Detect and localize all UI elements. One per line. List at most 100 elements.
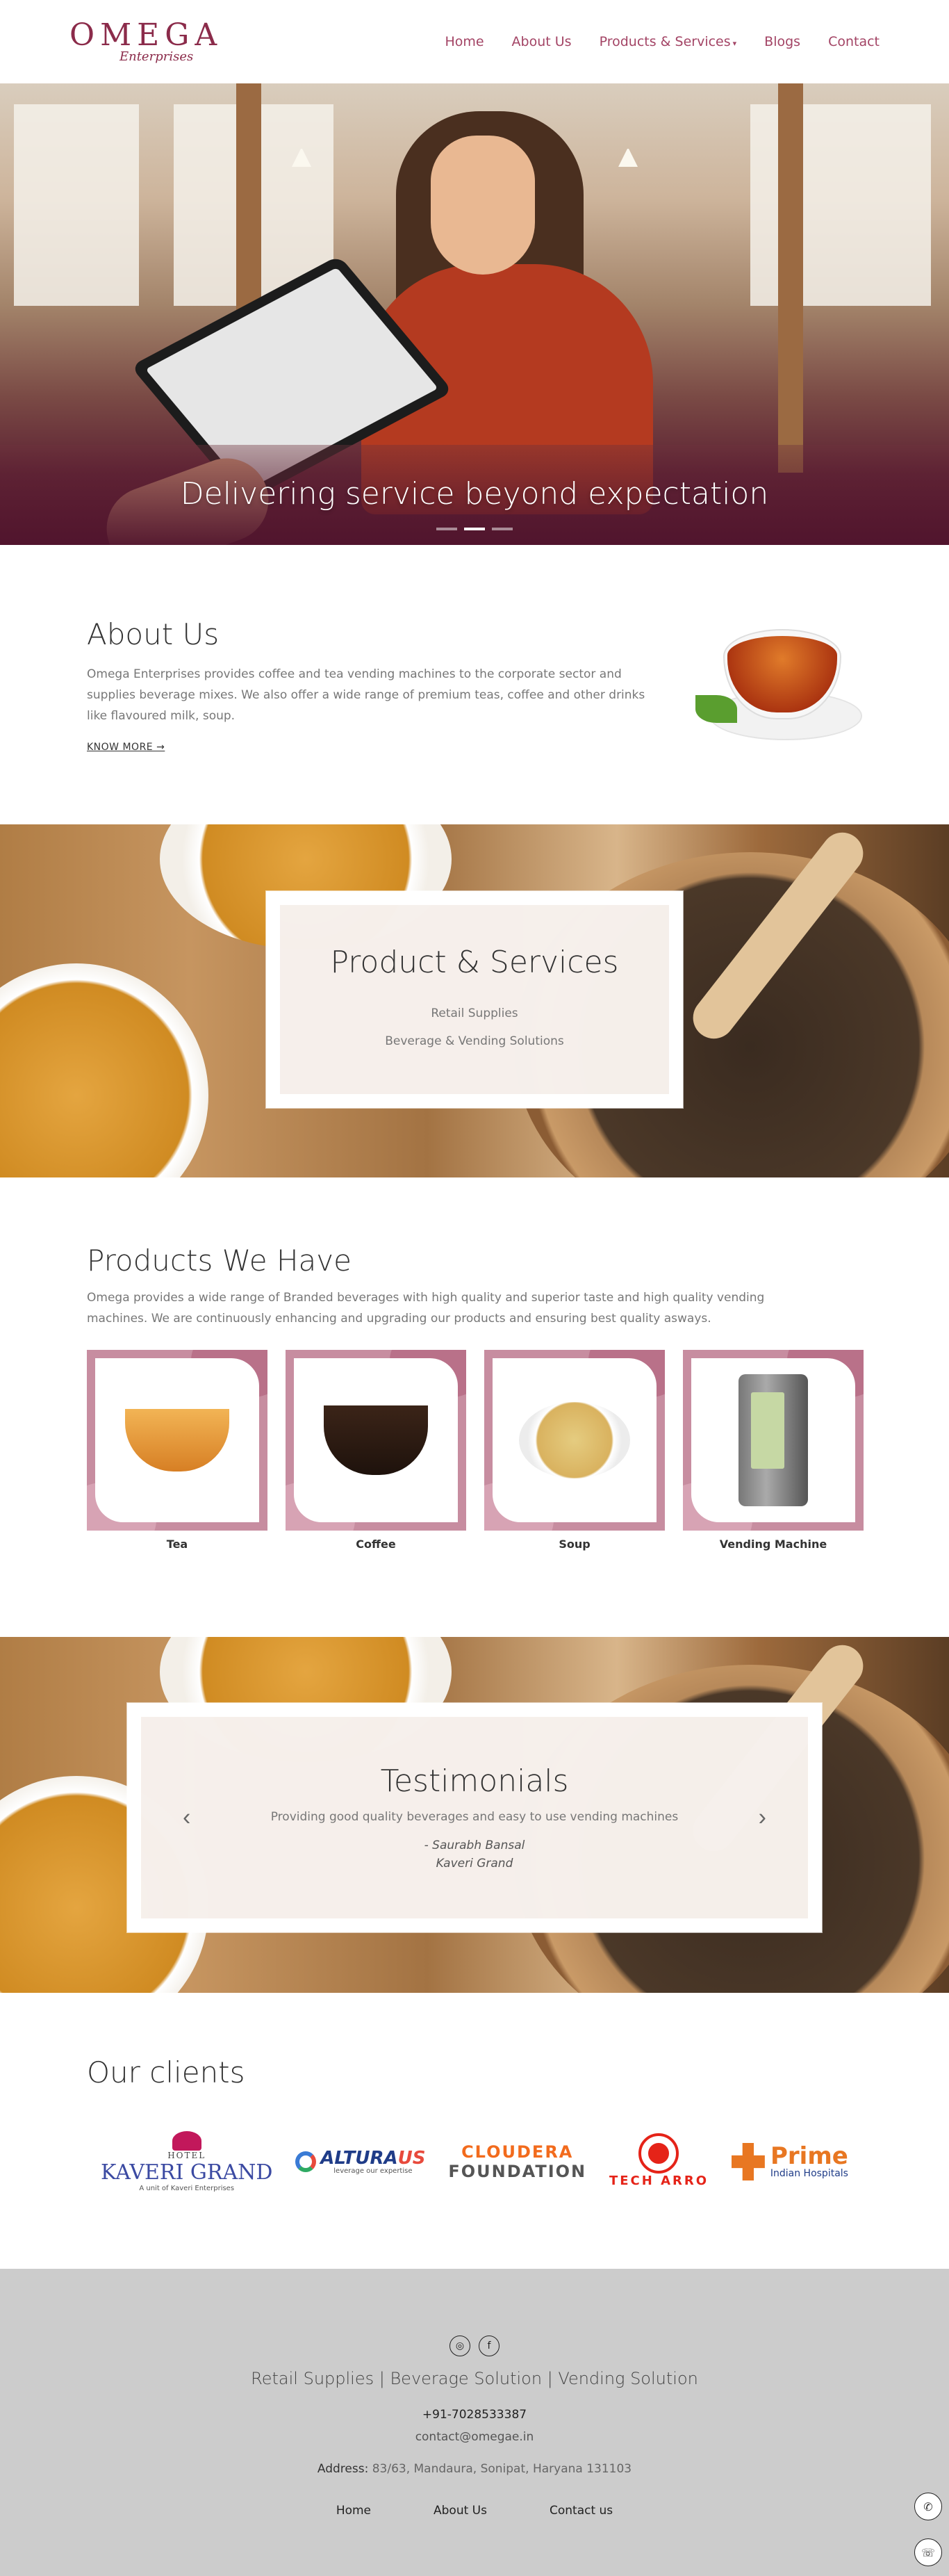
alturaus-tag: leverage our expertise — [333, 2167, 413, 2175]
hero-person-face — [431, 136, 535, 275]
footer-link-contact-us[interactable]: Contact us — [550, 2504, 613, 2518]
beverage-vending-link[interactable]: Beverage & Vending Solutions — [385, 1034, 564, 1048]
main-menu: Home About Us Products & Services ▾ Blogs… — [445, 34, 880, 49]
know-more-link[interactable]: KNOW MORE → — [87, 742, 165, 753]
product-card-soup[interactable]: Soup — [484, 1350, 665, 1551]
product-frame — [484, 1350, 665, 1531]
soup-bowl-icon — [519, 1402, 630, 1478]
alturaus-name-b: US — [397, 2147, 426, 2169]
kaveri-name-text: KAVERI GRAND — [101, 2160, 273, 2185]
cloudera-line2: FOUNDATION — [448, 2162, 587, 2181]
client-logo-kaveri-grand: HOTEL KAVERI GRAND A unit of Kaveri Ente… — [101, 2131, 272, 2192]
hero-lamp — [618, 83, 638, 167]
client-logo-prime-hospitals: Prime Indian Hospitals — [731, 2142, 848, 2180]
product-services-card-inner: Product & Services Retail Supplies Bever… — [280, 905, 669, 1094]
testimonials-card-inner: Testimonials Providing good quality beve… — [141, 1717, 808, 1918]
alturaus-name-a: ALTURA — [320, 2147, 398, 2169]
about-title: About Us — [87, 617, 220, 651]
product-frame — [87, 1350, 267, 1531]
product-services-card: Product & Services Retail Supplies Bever… — [265, 890, 684, 1109]
alturaus-text-block: ALTURAUS leverage our expertise — [320, 2149, 425, 2175]
testimonials-card: Testimonials Providing good quality beve… — [126, 1702, 823, 1933]
product-label-coffee: Coffee — [356, 1538, 396, 1551]
retail-supplies-link[interactable]: Retail Supplies — [431, 1006, 518, 1020]
chevron-down-icon: ▾ — [732, 39, 737, 48]
kaveri-tag-text: A unit of Kaveri Enterprises — [139, 2185, 235, 2192]
product-services-banner: Product & Services Retail Supplies Bever… — [0, 824, 949, 1177]
phone-call-icon[interactable]: ✆ — [914, 2493, 942, 2520]
footer-link-about-us[interactable]: About Us — [434, 2504, 487, 2518]
product-card-tea[interactable]: Tea — [87, 1350, 267, 1551]
product-frame — [286, 1350, 466, 1531]
footer-phone[interactable]: +91-7028533387 — [0, 2408, 949, 2422]
cloudera-line1: CLOUDERA — [461, 2142, 574, 2162]
footer-address: Address: 83/63, Mandaura, Sonipat, Harya… — [0, 2462, 949, 2476]
carousel-indicator-1[interactable] — [436, 528, 457, 530]
navbar: OMEGA Enterprises Home About Us Products… — [0, 0, 949, 83]
product-label-soup: Soup — [559, 1538, 591, 1551]
carousel-indicator-3[interactable] — [492, 528, 513, 530]
testimonial-company: Kaveri Grand — [436, 1856, 513, 1870]
client-logo-tech-arro: TECH ARRO — [609, 2133, 709, 2188]
nav-products-services-label: Products & Services — [599, 34, 731, 49]
carousel-indicator-2[interactable] — [464, 528, 485, 530]
product-card-coffee[interactable]: Coffee — [286, 1350, 466, 1551]
products-section: Products We Have Omega provides a wide r… — [0, 1177, 949, 1637]
testimonial-author: - Saurabh Bansal — [424, 1838, 525, 1852]
prime-tag: Indian Hospitals — [770, 2168, 848, 2179]
nav-products-services-dropdown[interactable]: Products & Services ▾ — [600, 34, 737, 49]
client-logo-alturaus: ALTURAUS leverage our expertise — [295, 2149, 426, 2175]
clients-title: Our clients — [87, 2055, 245, 2089]
client-logo-cloudera-foundation: CLOUDERA FOUNDATION — [448, 2142, 586, 2181]
prime-name: Prime — [770, 2142, 848, 2170]
mint-leaf-icon — [695, 695, 737, 723]
nav-home[interactable]: Home — [445, 34, 484, 49]
nav-about-us[interactable]: About Us — [512, 34, 572, 49]
testimonial-author-block: - Saurabh Bansal Kaveri Grand — [424, 1836, 525, 1873]
hero-beam — [778, 83, 803, 473]
footer-links: Home About Us Contact us — [0, 2504, 949, 2518]
about-description: Omega Enterprises provides coffee and te… — [87, 667, 645, 723]
medical-cross-icon — [731, 2143, 765, 2180]
nav-contact[interactable]: Contact — [828, 34, 880, 49]
vending-machine-icon — [738, 1374, 808, 1506]
whatsapp-icon[interactable]: ☏ — [914, 2538, 942, 2566]
address-label: Address: — [317, 2462, 369, 2476]
testimonial-quote: Providing good quality beverages and eas… — [270, 1809, 679, 1824]
lotus-icon — [172, 2131, 201, 2151]
products-title: Products We Have — [87, 1244, 352, 1278]
testimonials-section: Testimonials Providing good quality beve… — [0, 1637, 949, 1993]
testimonials-title: Testimonials — [380, 1763, 569, 1799]
tech-arro-name: TECH ARRO — [609, 2173, 709, 2188]
tea-cup-image — [695, 615, 862, 754]
facebook-icon[interactable]: f — [479, 2335, 500, 2356]
footer-link-home[interactable]: Home — [336, 2504, 371, 2518]
alturaus-ring-icon — [295, 2151, 317, 2172]
tech-arro-circle-icon — [638, 2133, 679, 2174]
brand-logo[interactable]: OMEGA Enterprises — [69, 17, 223, 64]
tea-liquid — [727, 636, 837, 712]
footer: ◎ f Retail Supplies | Beverage Solution … — [0, 2269, 949, 2576]
products-description: Omega provides a wide range of Branded b… — [87, 1291, 765, 1326]
product-cards: Tea Coffee Soup Vending Machine — [87, 1350, 864, 1551]
chevron-right-icon[interactable]: › — [759, 1804, 766, 1832]
logo-main-text: OMEGA — [69, 17, 223, 53]
product-frame — [683, 1350, 864, 1531]
alturaus-name: ALTURAUS — [320, 2149, 425, 2167]
hero-carousel: Delivering service beyond expectation — [0, 83, 949, 545]
social-links: ◎ f — [0, 2335, 949, 2356]
instagram-icon[interactable]: ◎ — [449, 2335, 470, 2356]
product-card-vending-machine[interactable]: Vending Machine — [683, 1350, 864, 1551]
hero-window — [14, 104, 139, 306]
hero-lamp — [292, 83, 311, 167]
product-label-tea: Tea — [166, 1538, 188, 1551]
logo-sub-text: Enterprises — [119, 49, 194, 64]
hero-caption: Delivering service beyond expectation — [180, 476, 769, 512]
hero-window — [750, 104, 931, 306]
chevron-left-icon[interactable]: ‹ — [183, 1804, 190, 1832]
footer-email[interactable]: contact@omegae.in — [0, 2430, 949, 2444]
kaveri-hotel-text: HOTEL — [167, 2151, 206, 2160]
nav-blogs[interactable]: Blogs — [764, 34, 800, 49]
carousel-indicators — [0, 528, 949, 530]
product-services-title: Product & Services — [330, 944, 619, 980]
